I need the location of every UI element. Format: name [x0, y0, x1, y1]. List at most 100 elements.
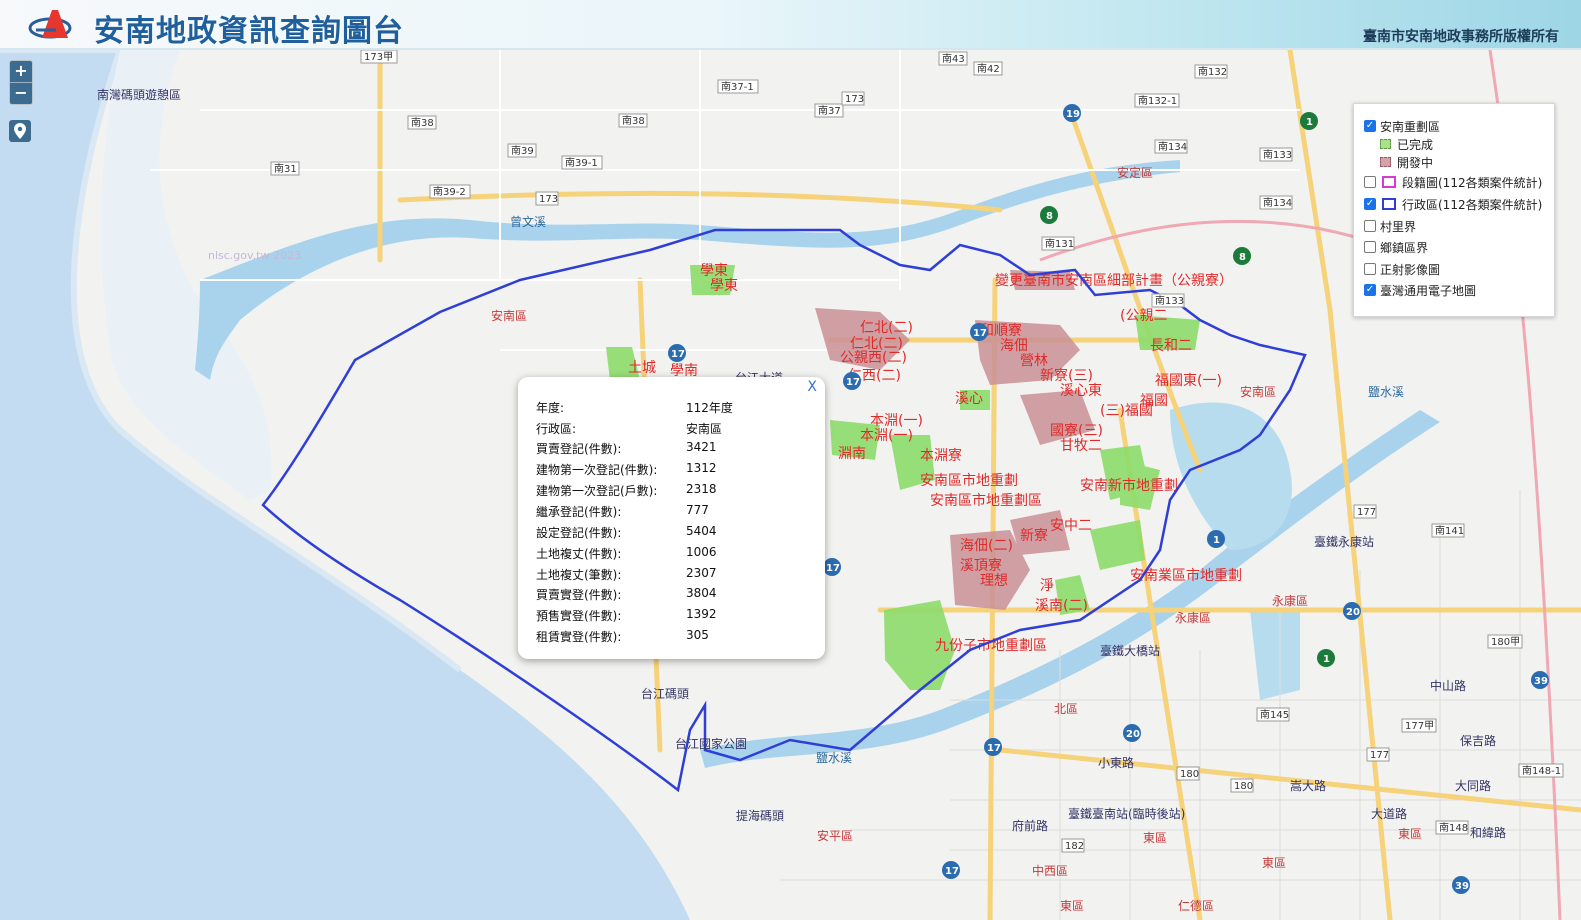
app-header: 安南地政資訊查詢圖台 臺南市安南地政事務所版權所有 — [0, 0, 1581, 50]
svg-text:安南區市地重劃區: 安南區市地重劃區 — [930, 492, 1042, 509]
zoom-out-button[interactable]: − — [10, 83, 32, 104]
layer-rezoning[interactable]: ✓ 安南重劃區 — [1364, 118, 1440, 134]
svg-text:南43: 南43 — [942, 52, 965, 65]
copyright-text: 臺南市安南地政事務所版權所有 — [1363, 29, 1559, 45]
svg-text:安中二: 安中二 — [1050, 518, 1092, 534]
parcel-swatch — [1382, 176, 1396, 188]
svg-text:台江國家公園: 台江國家公園 — [675, 736, 747, 751]
svg-text:永康區: 永康區 — [1175, 610, 1211, 625]
svg-text:淵南: 淵南 — [838, 446, 866, 462]
svg-text:溪心東: 溪心東 — [1060, 383, 1102, 399]
svg-text:南37-1: 南37-1 — [721, 80, 754, 93]
svg-text:提海碼頭: 提海碼頭 — [736, 808, 784, 823]
svg-text:南134: 南134 — [1263, 196, 1292, 209]
checkbox-parcel[interactable] — [1364, 176, 1376, 188]
svg-text:土城: 土城 — [628, 360, 656, 376]
svg-text:東區: 東區 — [1143, 831, 1167, 845]
svg-text:南133: 南133 — [1155, 294, 1184, 307]
map-pin-icon — [14, 123, 26, 139]
svg-text:大道路: 大道路 — [1371, 806, 1407, 821]
svg-text:南133: 南133 — [1263, 148, 1292, 161]
svg-text:溪南(二): 溪南(二) — [1035, 598, 1088, 614]
map-watermark: nlsc.gov.tw 2023 — [208, 249, 301, 262]
svg-text:海佃: 海佃 — [1000, 338, 1028, 354]
svg-text:北區: 北區 — [1054, 702, 1078, 716]
checkbox-rezoning[interactable]: ✓ — [1364, 120, 1376, 132]
svg-text:新寮: 新寮 — [1020, 527, 1048, 544]
svg-text:20: 20 — [1346, 607, 1360, 618]
svg-text:臺鐵臺南站(臨時後站): 臺鐵臺南站(臨時後站) — [1068, 806, 1185, 821]
layer-township[interactable]: 鄉鎮區界 — [1364, 239, 1428, 255]
svg-text:39: 39 — [1534, 676, 1548, 687]
svg-text:(公親二: (公親二 — [1120, 308, 1167, 324]
layer-village[interactable]: 村里界 — [1364, 218, 1416, 234]
checkbox-township[interactable] — [1364, 241, 1376, 253]
checkbox-village[interactable] — [1364, 220, 1376, 232]
svg-text:嵩大路: 嵩大路 — [1290, 778, 1326, 793]
checkbox-district[interactable]: ✓ — [1364, 198, 1376, 210]
locate-button[interactable] — [9, 120, 31, 142]
svg-text:安定區: 安定區 — [1117, 165, 1153, 180]
svg-text:173甲: 173甲 — [364, 52, 393, 63]
svg-text:180: 180 — [1234, 781, 1253, 792]
svg-text:中山路: 中山路 — [1430, 678, 1466, 693]
svg-text:東區: 東區 — [1262, 856, 1286, 870]
svg-text:南134: 南134 — [1158, 140, 1187, 153]
svg-text:南39-2: 南39-2 — [433, 185, 466, 198]
svg-text:177甲: 177甲 — [1405, 721, 1434, 732]
svg-text:溪心: 溪心 — [955, 391, 983, 407]
legend-completed: 已完成 — [1380, 136, 1433, 152]
svg-text:安南區: 安南區 — [1240, 384, 1276, 399]
svg-text:鹽水溪: 鹽水溪 — [816, 750, 852, 765]
svg-text:東區: 東區 — [1398, 827, 1422, 841]
svg-text:南148-1: 南148-1 — [1522, 764, 1561, 777]
svg-text:本淵寮: 本淵寮 — [920, 447, 962, 464]
svg-text:8: 8 — [1046, 211, 1053, 222]
svg-text:營林: 營林 — [1020, 353, 1048, 369]
layer-district[interactable]: ✓ 行政區(112各類案件統計) — [1364, 196, 1542, 212]
svg-text:長和二: 長和二 — [1150, 338, 1192, 354]
svg-text:南37: 南37 — [818, 104, 841, 117]
zoom-in-button[interactable]: + — [10, 61, 32, 83]
svg-text:南42: 南42 — [977, 62, 1000, 75]
svg-text:17: 17 — [671, 349, 685, 360]
svg-text:1: 1 — [1306, 117, 1313, 128]
popup-close-button[interactable]: X — [807, 379, 817, 395]
svg-text:大同路: 大同路 — [1455, 778, 1491, 793]
svg-text:180: 180 — [1180, 769, 1199, 780]
svg-text:182: 182 — [1065, 841, 1084, 852]
layer-parcel[interactable]: 段籍圖(112各類案件統計) — [1364, 174, 1542, 190]
svg-text:安南區市地重劃: 安南區市地重劃 — [920, 472, 1018, 489]
district-stats-popup: X 年度: 112年度 行政區: 安南區 買賣登記(件數): 3421 建物第一次登記… — [518, 377, 825, 659]
svg-text:(三)福國: (三)福國 — [1100, 403, 1153, 419]
layer-orthophoto[interactable]: 正射影像圖 — [1364, 261, 1440, 277]
district-swatch — [1382, 198, 1396, 210]
svg-text:學東: 學東 — [700, 263, 728, 279]
svg-text:南148: 南148 — [1439, 821, 1468, 834]
svg-text:173: 173 — [539, 194, 558, 205]
svg-text:南132: 南132 — [1198, 65, 1227, 78]
svg-text:和緯路: 和緯路 — [1470, 825, 1506, 840]
layer-emap[interactable]: ✓ 臺灣通用電子地圖 — [1364, 282, 1476, 298]
svg-text:安南區: 安南區 — [491, 308, 527, 323]
svg-text:南39-1: 南39-1 — [565, 156, 598, 169]
svg-text:17: 17 — [987, 743, 1001, 754]
svg-text:九份子市地重劃區: 九份子市地重劃區 — [935, 637, 1047, 654]
svg-text:177: 177 — [1370, 750, 1389, 761]
checkbox-orthophoto[interactable] — [1364, 263, 1376, 275]
svg-text:17: 17 — [973, 328, 987, 339]
svg-text:東區: 東區 — [1060, 899, 1084, 913]
svg-text:中西區: 中西區 — [1032, 863, 1068, 878]
svg-text:南31: 南31 — [274, 162, 297, 175]
zoom-control: + − — [9, 60, 33, 105]
svg-text:福國東(一): 福國東(一) — [1155, 373, 1222, 389]
svg-text:南38: 南38 — [622, 114, 645, 127]
svg-text:1: 1 — [1213, 535, 1220, 546]
map-canvas[interactable]: 變更臺南市安南區細部計畫（公親寮） (公親二 長和二 仁北(二) 仁北(二) 公… — [0, 50, 1581, 920]
svg-text:理想: 理想 — [980, 573, 1008, 589]
svg-text:19: 19 — [1066, 109, 1080, 120]
svg-text:南145: 南145 — [1260, 708, 1289, 721]
checkbox-emap[interactable]: ✓ — [1364, 284, 1376, 296]
svg-text:台江碼頭: 台江碼頭 — [641, 686, 689, 701]
svg-text:安南新市地重劃: 安南新市地重劃 — [1080, 477, 1178, 494]
